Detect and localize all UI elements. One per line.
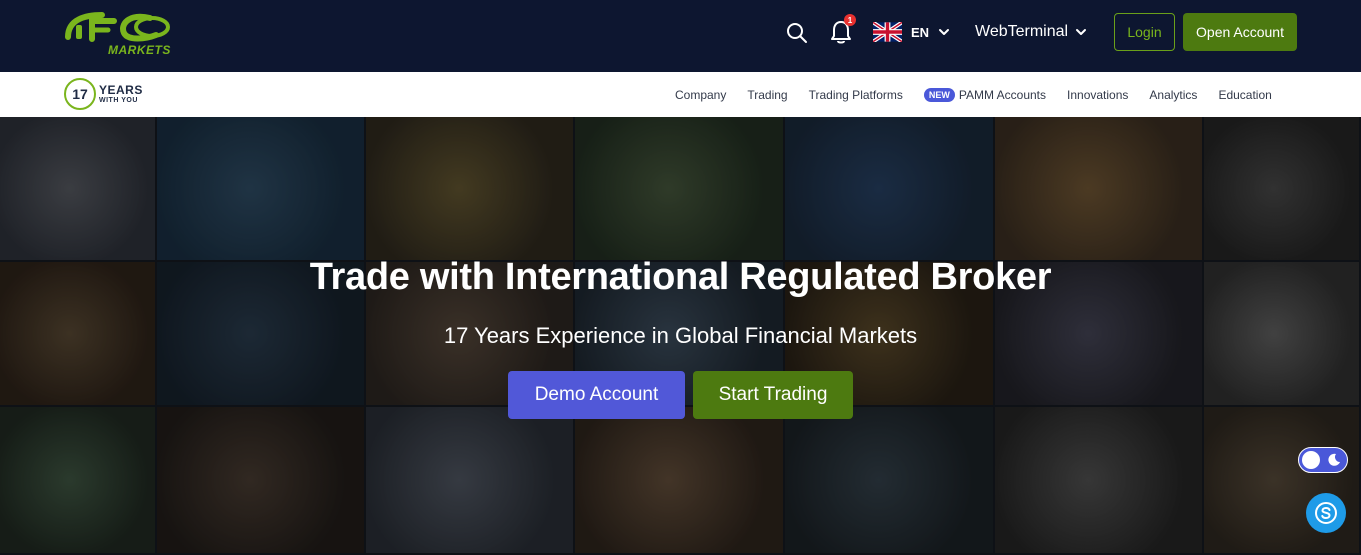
uk-flag-icon bbox=[873, 22, 902, 42]
hero-subtitle: 17 Years Experience in Global Financial … bbox=[443, 323, 918, 348]
language-code: EN bbox=[911, 24, 930, 40]
notification-badge: 1 bbox=[844, 14, 856, 26]
login-button[interactable]: Login bbox=[1114, 13, 1175, 51]
search-button[interactable] bbox=[784, 20, 810, 46]
new-badge: NEW bbox=[923, 87, 955, 102]
nav-item-analytics[interactable]: Analytics bbox=[1149, 88, 1197, 102]
years-sublabel: WITH YOU bbox=[99, 97, 138, 104]
language-selector[interactable]: EN bbox=[873, 20, 950, 44]
top-header: MARKETS 1 EN WebTerminal Login Open Acco… bbox=[0, 0, 1361, 72]
ifc-markets-logo[interactable]: MARKETS bbox=[64, 9, 176, 59]
webterminal-label: WebTerminal bbox=[975, 23, 1069, 40]
skype-chat-button[interactable] bbox=[1306, 493, 1346, 533]
open-account-button[interactable]: Open Account bbox=[1183, 13, 1297, 51]
hero-title: Trade with International Regulated Broke… bbox=[309, 256, 1052, 298]
nav-item-company[interactable]: Company bbox=[675, 88, 726, 102]
logo-mark-icon bbox=[65, 12, 170, 42]
nav-item-label: PAMM Accounts bbox=[958, 87, 1047, 102]
moon-icon bbox=[1328, 453, 1340, 466]
main-navigation-bar: 17 YEARS WITH YOU Company Trading Tradin… bbox=[0, 72, 1361, 117]
nav-item-trading-platforms[interactable]: Trading Platforms bbox=[809, 88, 903, 102]
nav-item-trading[interactable]: Trading bbox=[747, 88, 787, 102]
start-trading-button[interactable]: Start Trading bbox=[693, 371, 853, 419]
chevron-down-icon bbox=[939, 29, 950, 35]
hero-banner: Trade with International Regulated Broke… bbox=[0, 117, 1361, 555]
years-number: 17 bbox=[64, 78, 96, 110]
years-text: YEARS WITH YOU bbox=[99, 84, 143, 104]
chevron-down-icon bbox=[1076, 29, 1087, 35]
webterminal-dropdown[interactable]: WebTerminal bbox=[975, 20, 1087, 44]
nav-item-innovations[interactable]: Innovations bbox=[1067, 88, 1128, 102]
nav-menu: Company Trading Trading Platforms NEW PA… bbox=[675, 72, 1272, 117]
notifications-button[interactable]: 1 bbox=[828, 14, 856, 47]
nav-item-pamm-accounts[interactable]: NEW PAMM Accounts bbox=[923, 87, 1047, 102]
years-label: YEARS bbox=[99, 83, 143, 97]
toggle-knob bbox=[1302, 451, 1320, 469]
search-icon bbox=[787, 23, 807, 43]
demo-account-button[interactable]: Demo Account bbox=[508, 371, 685, 419]
theme-toggle[interactable] bbox=[1298, 447, 1348, 473]
years-anniversary-badge[interactable]: 17 YEARS WITH YOU bbox=[64, 76, 143, 112]
nav-item-education[interactable]: Education bbox=[1218, 88, 1271, 102]
logo-subtitle: MARKETS bbox=[108, 43, 171, 57]
skype-icon bbox=[1315, 502, 1337, 524]
